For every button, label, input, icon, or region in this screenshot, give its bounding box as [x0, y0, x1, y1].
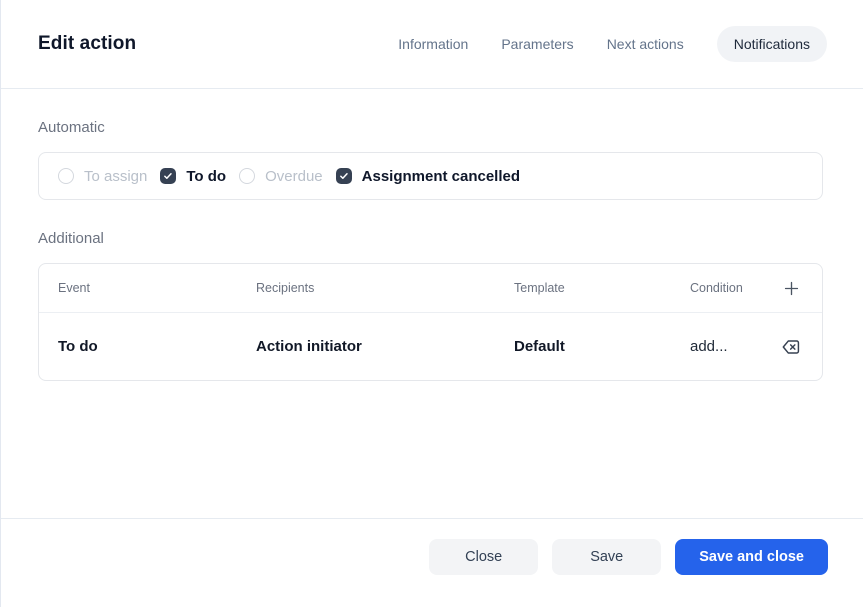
column-header-event: Event [58, 281, 90, 295]
checkbox-label: Assignment cancelled [361, 167, 521, 185]
checkbox-unchecked-icon[interactable] [239, 168, 256, 184]
tab-next-actions[interactable]: Next actions [607, 36, 684, 52]
checkbox-label: To assign [84, 167, 148, 185]
checkbox-checked-icon[interactable] [335, 168, 352, 184]
table-header-row: Event Recipients Template Condition [39, 264, 822, 313]
checkbox-checked-icon[interactable] [160, 168, 177, 184]
cell-condition-add-link[interactable]: add... [690, 338, 780, 355]
table-row: To do Action initiator Default add... [39, 313, 822, 380]
column-header-recipients: Recipients [256, 281, 315, 295]
tab-bar: Information Parameters Next actions Noti… [398, 26, 827, 62]
dialog-body: Automatic To assign To do Overdue Assign… [1, 89, 863, 518]
column-header-condition: Condition [690, 281, 743, 295]
cell-recipients[interactable]: Action initiator [256, 338, 514, 355]
column-header-template: Template [514, 281, 565, 295]
automatic-section-label: Automatic [38, 119, 105, 136]
checkbox-unchecked-icon[interactable] [58, 168, 74, 184]
plus-icon [784, 281, 799, 295]
tab-parameters[interactable]: Parameters [501, 36, 573, 52]
additional-section-label: Additional [38, 230, 104, 247]
cell-event[interactable]: To do [39, 338, 256, 355]
checkbox-assignment-cancelled[interactable]: Assignment cancelled [335, 167, 521, 185]
cell-template[interactable]: Default [514, 338, 690, 355]
tab-information[interactable]: Information [398, 36, 468, 52]
save-and-close-button[interactable]: Save and close [675, 539, 828, 575]
checkbox-label: Overdue [265, 167, 323, 185]
backspace-icon [782, 339, 800, 354]
dialog-header: Edit action Information Parameters Next … [1, 0, 863, 89]
tab-notifications[interactable]: Notifications [716, 26, 827, 62]
close-button[interactable]: Close [429, 539, 539, 575]
checkbox-to-do[interactable]: To do [160, 168, 226, 185]
delete-row-button[interactable] [780, 336, 802, 358]
automatic-checkbox-group: To assign To do Overdue Assignment cance… [38, 152, 823, 200]
additional-notifications-table: Event Recipients Template Condition To d… [38, 263, 823, 381]
checkbox-to-assign[interactable]: To assign [58, 168, 147, 185]
add-row-button[interactable] [782, 279, 801, 298]
save-button[interactable]: Save [552, 539, 662, 575]
checkbox-overdue[interactable]: Overdue [239, 168, 323, 185]
page-title: Edit action [38, 33, 137, 54]
dialog-footer: Close Save Save and close [1, 518, 863, 607]
checkbox-label: To do [186, 167, 227, 185]
